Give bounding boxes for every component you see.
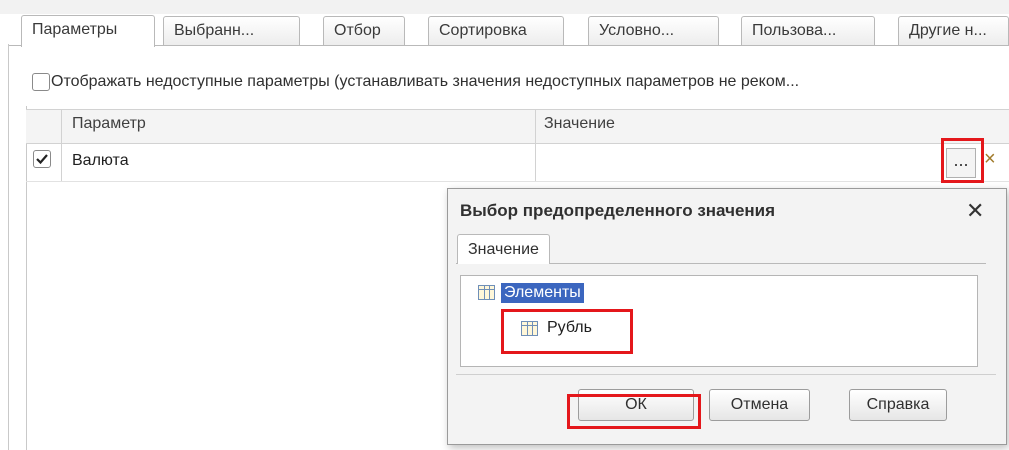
tab-parameters[interactable]: Параметры: [21, 15, 155, 47]
clear-icon[interactable]: ×: [984, 148, 996, 171]
tab-other-settings[interactable]: Другие н...: [898, 16, 1009, 46]
predefined-value-dialog: Выбор предопределенного значения ✕ Значе…: [447, 188, 1007, 445]
tab-filter[interactable]: Отбор: [323, 16, 405, 46]
tabs-baseline: [9, 45, 1009, 46]
tab-sorting[interactable]: Сортировка: [428, 16, 564, 46]
grid-header: [26, 109, 1009, 144]
help-button[interactable]: Справка: [849, 389, 947, 421]
parameter-name: Валюта: [72, 152, 129, 169]
show-unavailable-checkbox[interactable]: [32, 73, 50, 91]
column-header-parameter[interactable]: Параметр: [72, 115, 146, 133]
highlight-ruble: [501, 309, 633, 354]
table-icon: [478, 285, 495, 300]
dialog-separator: [456, 374, 996, 375]
checkmark-icon: [36, 154, 48, 165]
tree-item-elements[interactable]: Элементы: [501, 283, 584, 303]
highlight-select-button: [941, 138, 984, 183]
tab-selected-fields[interactable]: Выбранн...: [163, 16, 300, 46]
form-left-border: [8, 44, 9, 450]
top-strip: [0, 0, 1009, 14]
row-use-checkbox[interactable]: [33, 150, 51, 168]
close-icon[interactable]: ✕: [966, 198, 984, 224]
tab-conditional-formatting[interactable]: Условно...: [588, 16, 719, 46]
tab-user-fields[interactable]: Пользова...: [741, 16, 875, 46]
cancel-button[interactable]: Отмена: [709, 389, 810, 421]
tab-value[interactable]: Значение: [457, 234, 550, 264]
show-unavailable-label: Отображать недоступные параметры (устана…: [51, 73, 800, 90]
highlight-ok-button: [567, 394, 701, 429]
table-row[interactable]: [26, 143, 1009, 182]
settings-form: Параметры Выбранн... Отбор Сортировка Ус…: [0, 0, 1009, 450]
dialog-title: Выбор предопределенного значения: [460, 201, 776, 220]
column-header-value[interactable]: Значение: [544, 115, 615, 133]
